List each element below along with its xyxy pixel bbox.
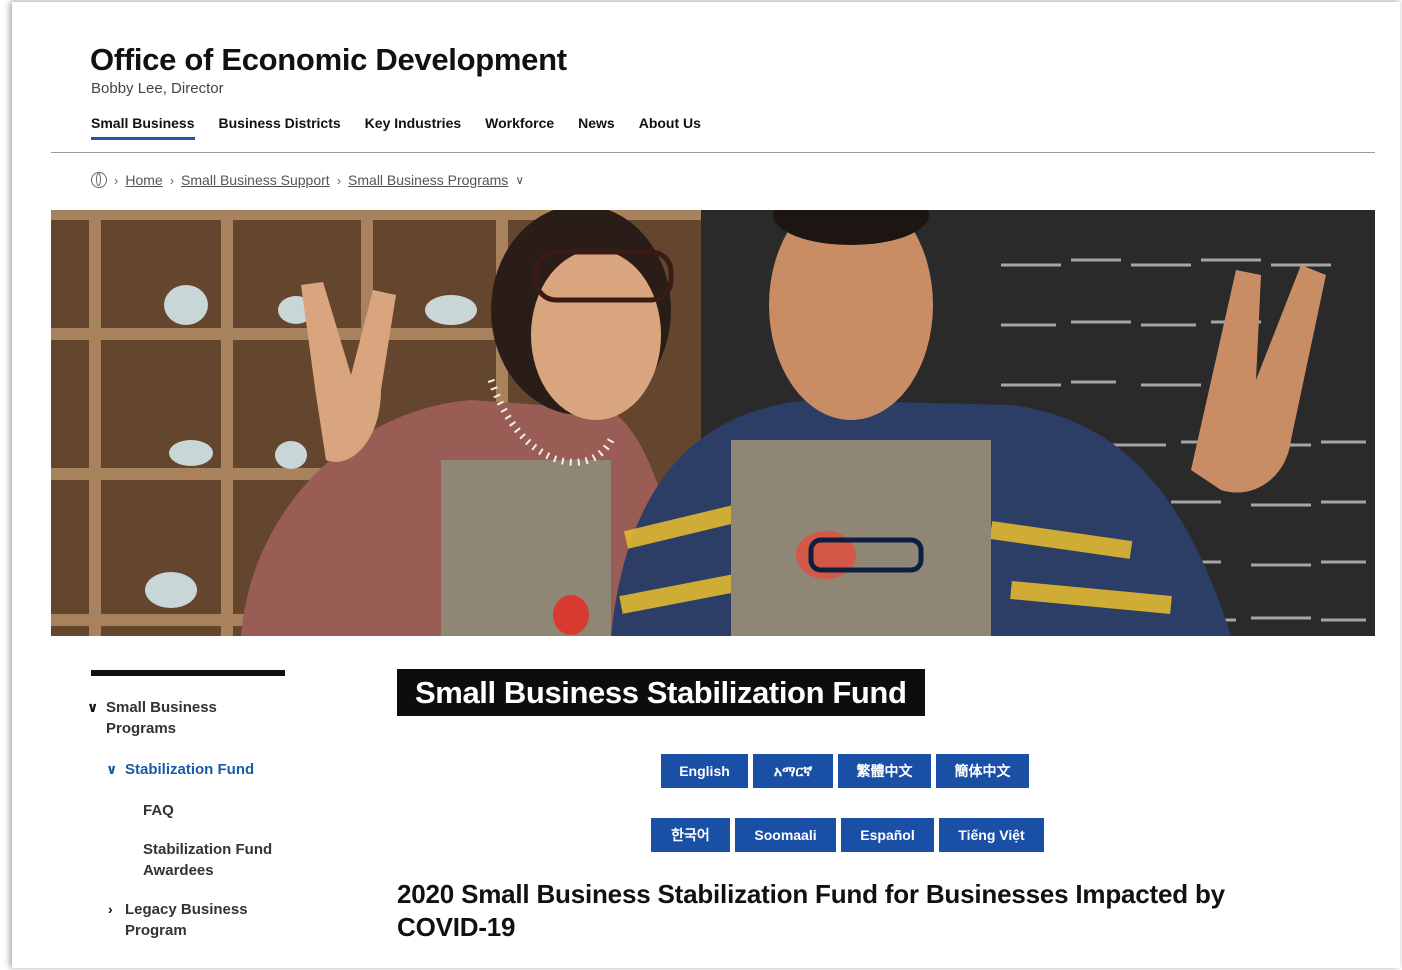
lang-button-korean[interactable]: 한국어 [651,818,730,852]
breadcrumb: › Home › Small Business Support › Small … [91,172,524,188]
nav-about-us[interactable]: About Us [639,115,701,140]
globe-icon[interactable] [91,172,107,188]
page-title: Small Business Stabilization Fund [415,674,907,710]
sidebar-item-stabilization-fund[interactable]: ∨ Stabilization Fund [106,759,296,780]
breadcrumb-small-business-programs[interactable]: Small Business Programs [348,172,508,188]
lang-button-amharic[interactable]: አማርኛ [753,754,833,788]
nav-divider [51,152,1375,153]
lang-button-traditional-chinese[interactable]: 繁體中文 [838,754,931,788]
lang-button-english[interactable]: English [661,754,748,788]
chevron-right-icon: › [336,172,342,188]
chevron-right-icon: › [108,901,113,917]
sidebar-item-label: Legacy Business Program [125,901,248,939]
chevron-down-icon: ∨ [106,761,118,777]
sidebar-item-label: FAQ [143,802,174,819]
section-heading: 2020 Small Business Stabilization Fund f… [397,879,1225,942]
lang-button-spanish[interactable]: Español [841,818,934,852]
sidebar-accent-bar [91,670,285,676]
sidebar-item-label: Stabilization Fund [125,761,255,778]
nav-workforce[interactable]: Workforce [485,115,554,140]
page-title-box: Small Business Stabilization Fund [397,669,925,716]
nav-news[interactable]: News [578,115,615,140]
sidebar-item-small-business-programs[interactable]: ∨ Small Business Programs [87,697,257,739]
nav-business-districts[interactable]: Business Districts [219,115,341,140]
site-subtitle: Bobby Lee, Director [91,80,224,97]
chevron-right-icon: › [169,172,175,188]
breadcrumb-home[interactable]: Home [125,172,162,188]
chevron-right-icon: › [114,172,119,188]
chevron-down-icon[interactable]: ∨ [515,173,524,187]
sidebar-item-legacy-business-program[interactable]: › Legacy Business Program [106,899,256,941]
language-row-1: English አማርኛ 繁體中文 簡体中文 [661,754,1029,788]
sidebar-item-label: Small Business Programs [106,699,217,737]
sidebar-item-stabilization-fund-awardees[interactable]: Stabilization Fund Awardees [143,839,283,881]
chevron-down-icon: ∨ [87,699,99,715]
lang-button-simplified-chinese[interactable]: 簡体中文 [936,754,1029,788]
language-row-2: 한국어 Soomaali Español Tiếng Việt [651,818,1044,852]
sidebar-item-faq[interactable]: FAQ [143,800,293,821]
site-title[interactable]: Office of Economic Development [90,42,567,78]
hero-image [51,210,1375,636]
hero-photo [51,210,1375,636]
nav-key-industries[interactable]: Key Industries [365,115,461,140]
sidebar-item-label: Stabilization Fund Awardees [143,841,273,879]
breadcrumb-small-business-support[interactable]: Small Business Support [181,172,330,188]
main-nav: Small Business Business Districts Key In… [91,115,701,140]
nav-small-business[interactable]: Small Business [91,115,195,140]
lang-button-vietnamese[interactable]: Tiếng Việt [939,818,1044,852]
lang-button-somali[interactable]: Soomaali [735,818,836,852]
